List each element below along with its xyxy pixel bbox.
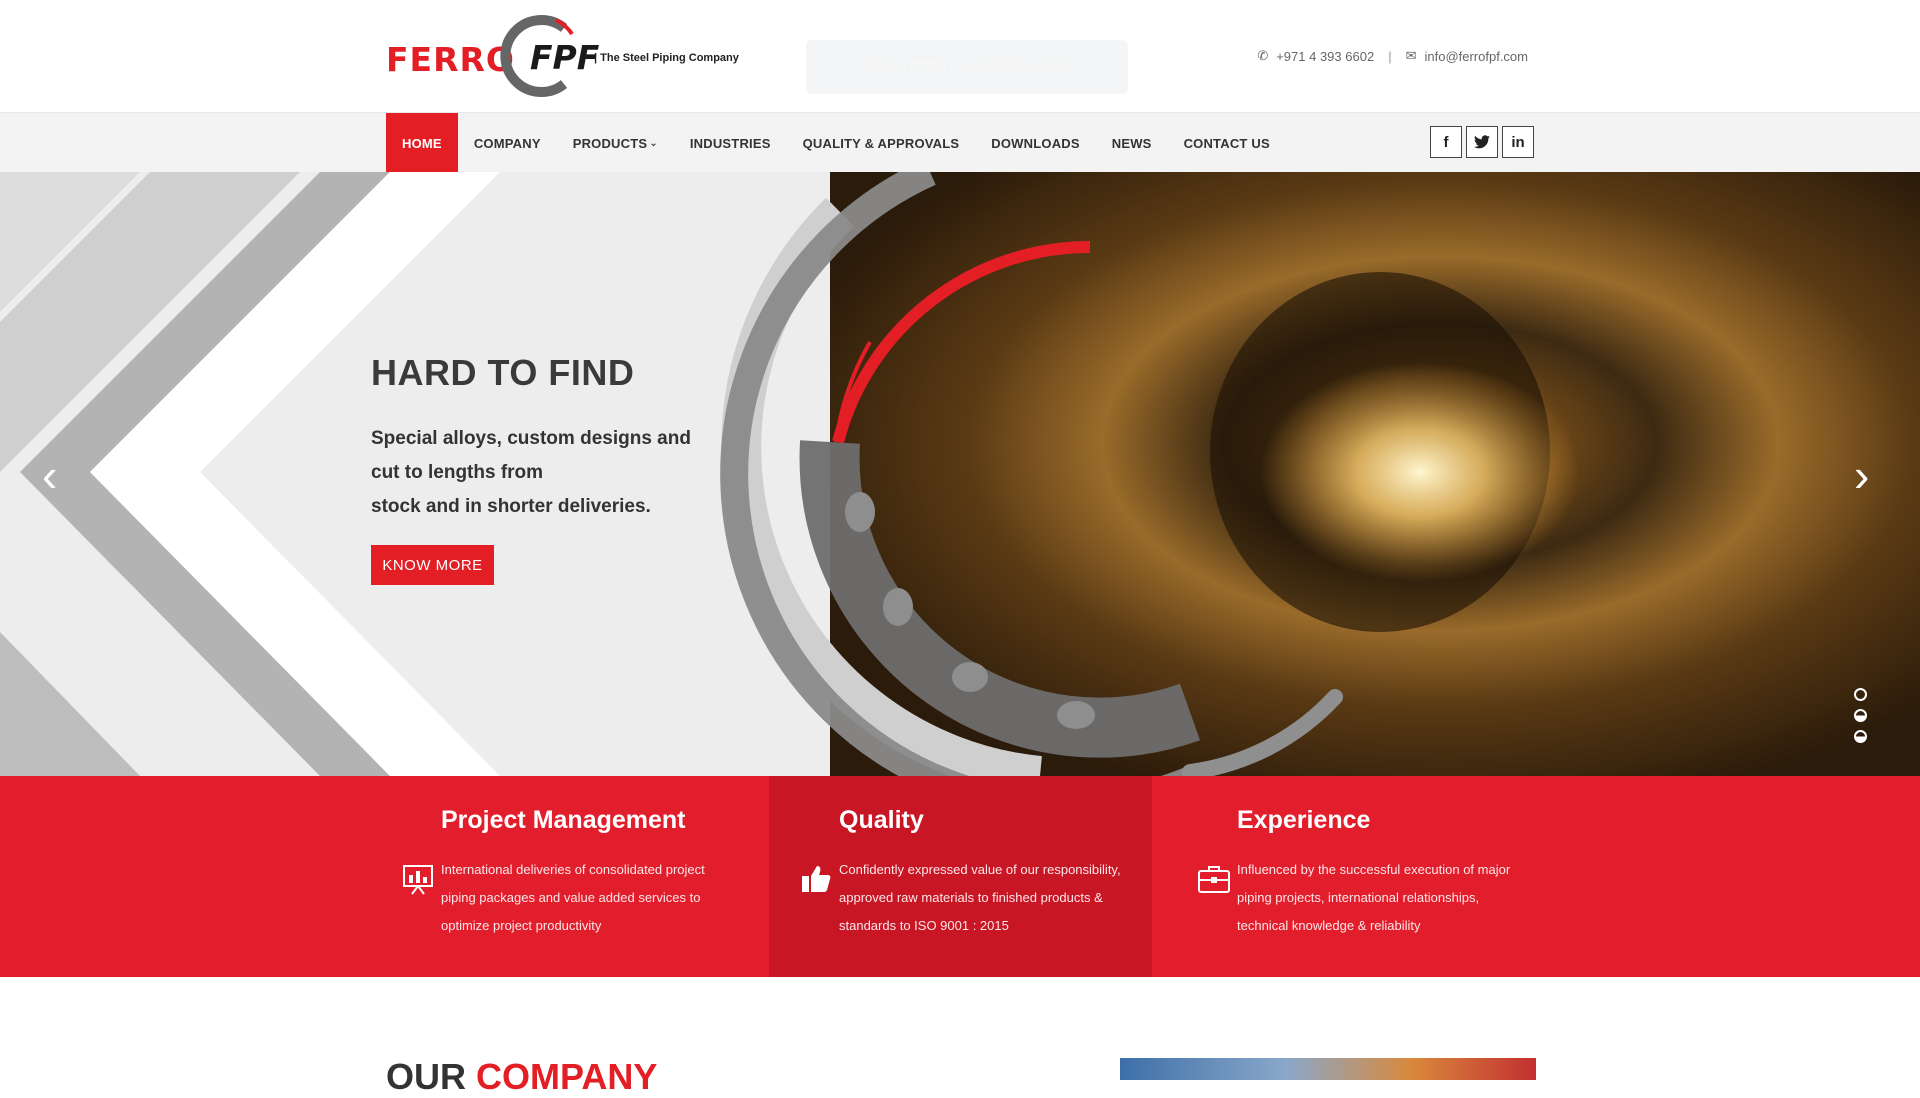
- feature-title: Experience: [1237, 806, 1371, 834]
- company-photo: [1120, 1058, 1536, 1080]
- twitter-icon[interactable]: [1466, 126, 1498, 158]
- feature-description-line: International deliveries of consolidated…: [441, 862, 705, 877]
- slider-dot-3[interactable]: [1854, 730, 1867, 743]
- briefcase-icon: [1198, 866, 1230, 893]
- slider-prev-arrow[interactable]: ‹: [42, 452, 57, 498]
- presentation-chart-icon: [403, 865, 433, 895]
- fullscreen-hint: Press F11 to exit full screen: [806, 40, 1128, 94]
- envelope-icon: ✉: [1405, 48, 1417, 63]
- feature-description-line: Confidently expressed value of our respo…: [839, 862, 1121, 877]
- nav-item-news[interactable]: NEWS: [1096, 113, 1168, 173]
- nav-item-downloads[interactable]: DOWNLOADS: [975, 113, 1095, 173]
- nav-item-products[interactable]: PRODUCTS ⌄: [557, 113, 674, 173]
- feature-quality: Quality Confidently expressed value of o…: [802, 776, 1169, 977]
- nav-item-products-label: PRODUCTS: [572, 135, 648, 151]
- main-nav: HOME COMPANY PRODUCTS ⌄ INDUSTRIES QUALI…: [386, 113, 1286, 173]
- logo-tagline: | The Steel Piping Company: [594, 52, 739, 64]
- know-more-button[interactable]: KNOW MORE: [371, 545, 494, 585]
- feature-description-line: standards to ISO 9001 : 2015: [839, 918, 1009, 933]
- main-navigation-bar: HOME COMPANY PRODUCTS ⌄ INDUSTRIES QUALI…: [0, 112, 1920, 173]
- phone-icon: ✆: [1257, 48, 1269, 63]
- hero-description-line: stock and in shorter deliveries.: [371, 496, 651, 517]
- feature-title: Project Management: [441, 806, 686, 834]
- thumbs-up-icon: [802, 866, 831, 892]
- slider-next-arrow[interactable]: ›: [1854, 452, 1869, 498]
- fullscreen-hint-suffix: to exit full screen: [953, 58, 1075, 75]
- nav-item-company[interactable]: COMPANY: [458, 113, 557, 173]
- hero-description-line: Special alloys, custom designs and: [371, 428, 691, 449]
- feature-description-line: piping projects, international relations…: [1237, 890, 1480, 905]
- slider-dot-2[interactable]: [1854, 709, 1867, 722]
- twitter-bird-icon: [1474, 135, 1490, 149]
- feature-description-line: Influenced by the successful execution o…: [1237, 862, 1511, 877]
- linkedin-icon[interactable]: in: [1502, 126, 1534, 158]
- top-header: FERRO FPF | The Steel Piping Company Pre…: [0, 0, 1920, 112]
- our-company-heading: OUR COMPANY: [386, 1056, 657, 1098]
- feature-title: Quality: [839, 806, 924, 834]
- contact-info: ✆ +971 4 393 6602 | ✉ info@ferrofpf.com: [1257, 48, 1528, 64]
- nav-item-contact-us[interactable]: CONTACT US: [1168, 113, 1286, 173]
- hero-slider: ‹ › HARD TO FIND Special alloys, custom …: [0, 172, 1920, 776]
- feature-description: Influenced by the successful execution o…: [1237, 856, 1510, 940]
- feature-description-line: piping packages and value added services…: [441, 890, 701, 905]
- feature-description-line: approved raw materials to finished produ…: [839, 890, 1103, 905]
- company-logo[interactable]: FERRO FPF | The Steel Piping Company: [386, 14, 746, 100]
- feature-experience: Experience Influenced by the successful …: [1198, 776, 1567, 977]
- nav-item-industries[interactable]: INDUSTRIES: [674, 113, 787, 173]
- fullscreen-hint-prefix: Press: [859, 58, 901, 75]
- logo-fpf-text: FPF: [530, 38, 600, 77]
- feature-description-line: technical knowledge & reliability: [1237, 918, 1421, 933]
- slider-pagination: [1854, 688, 1867, 743]
- feature-description-line: optimize project productivity: [441, 918, 602, 933]
- hero-description: Special alloys, custom designs and cut t…: [371, 422, 711, 524]
- nav-item-quality-approvals[interactable]: QUALITY & APPROVALS: [787, 113, 976, 173]
- social-links: f in: [1430, 126, 1534, 158]
- fullscreen-hint-key: F11: [906, 56, 948, 78]
- our-company-heading-part2: COMPANY: [476, 1056, 658, 1097]
- our-company-heading-part1: OUR: [386, 1056, 476, 1097]
- feature-description: International deliveries of consolidated…: [441, 856, 705, 940]
- hero-background: [0, 172, 1920, 776]
- phone-number[interactable]: +971 4 393 6602: [1276, 49, 1374, 64]
- hero-title: HARD TO FIND: [371, 352, 635, 393]
- email-link[interactable]: info@ferrofpf.com: [1424, 49, 1528, 64]
- hero-description-line: cut to lengths from: [371, 462, 544, 483]
- nav-item-home[interactable]: HOME: [386, 113, 458, 173]
- slider-dot-1[interactable]: [1854, 688, 1867, 701]
- feature-description: Confidently expressed value of our respo…: [839, 856, 1121, 940]
- chevron-down-icon: ⌄: [649, 137, 658, 149]
- features-strip: Project Management International deliver…: [0, 776, 1920, 977]
- contact-separator: |: [1388, 48, 1392, 64]
- feature-project-management: Project Management International deliver…: [403, 776, 771, 977]
- facebook-icon[interactable]: f: [1430, 126, 1462, 158]
